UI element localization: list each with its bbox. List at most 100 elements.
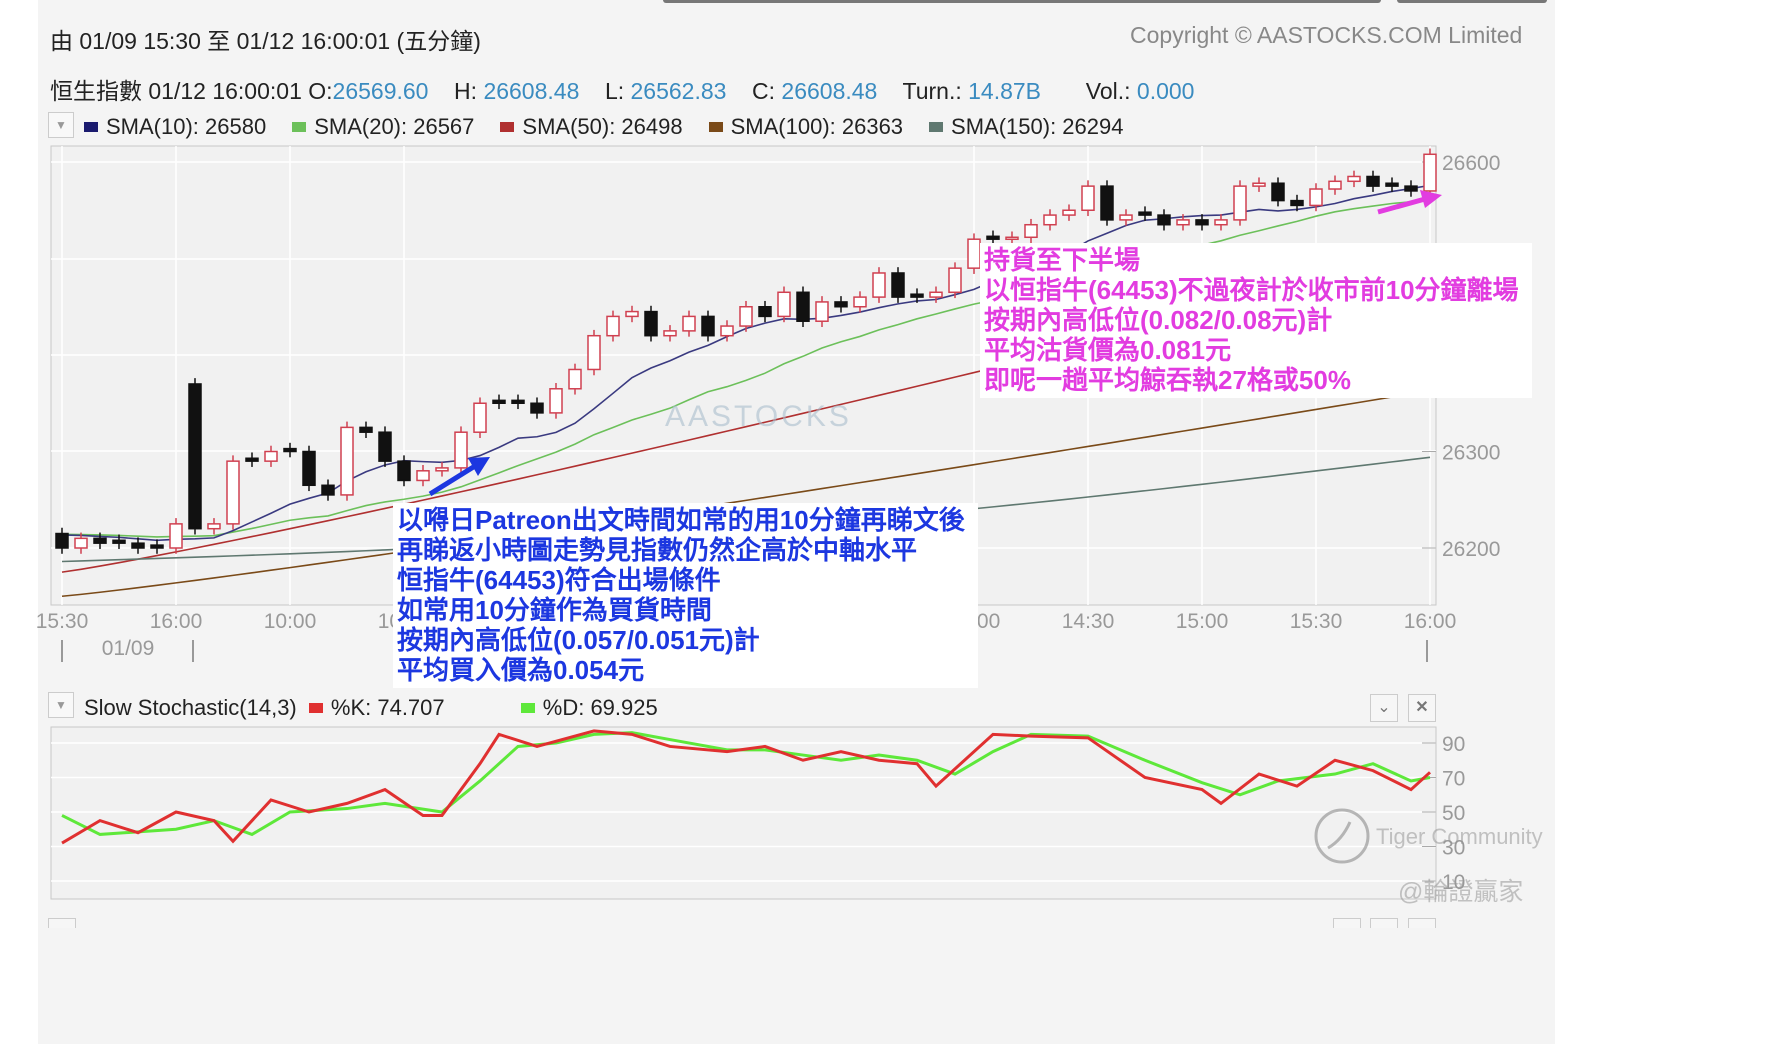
annotation-line: 持貨至下半場 (984, 245, 1141, 275)
candle-up (777, 291, 791, 318)
candle-down (245, 457, 259, 462)
bottom-button[interactable] (1333, 918, 1361, 928)
candle-down (1100, 185, 1114, 221)
x-tick-label: 16:00 (1404, 610, 1457, 633)
annotation-line: 以嘚日Patreon出文時間如常的用10分鐘再睇文後 (397, 505, 965, 535)
candle-down (93, 537, 107, 544)
close-button[interactable]: ✕ (1408, 694, 1436, 722)
candle-down (321, 484, 335, 496)
annotation-line: 再睇返小時圖走勢見指數仍然企高於中軸水平 (397, 535, 918, 565)
candle-up (1309, 188, 1323, 207)
k-swatch (308, 703, 323, 714)
d-value: %D: 69.925 (542, 695, 658, 720)
candle-down (834, 301, 848, 308)
candle-up (340, 426, 354, 496)
candle-up (1423, 153, 1437, 192)
stoch-y-tick-label: 70 (1442, 768, 1465, 791)
y-tick-label: 26300 (1442, 442, 1500, 465)
annotation-line: 平均買入價為0.054元 (397, 655, 645, 685)
bottom-button[interactable] (1408, 918, 1436, 928)
candle-down (1271, 182, 1285, 202)
annotation-line: 如常用10分鐘作為買貨時間 (397, 595, 712, 625)
candle-down (891, 272, 905, 298)
candle-down (910, 293, 924, 298)
candle-down (1157, 214, 1171, 226)
candle-up (853, 296, 867, 308)
candle-down (492, 399, 506, 405)
pink-annotation: 持貨至下半場 以恒指牛(64453)不過夜計於收市前10分鐘離場 按期內高低位(… (980, 243, 1532, 398)
candle-up (435, 467, 449, 472)
candle-down (283, 447, 297, 453)
stoch-dropdown[interactable]: ▼ (48, 692, 74, 718)
candle-down (55, 532, 69, 549)
candle-up (682, 315, 696, 332)
date-label: 01/09 (102, 637, 155, 660)
candle-down (1366, 175, 1380, 187)
k-value: %K: 74.707 (330, 695, 445, 720)
candle-up (74, 537, 88, 549)
candle-down (1385, 182, 1399, 187)
author-watermark: @輪證贏家 (1398, 878, 1524, 906)
candle-up (587, 334, 601, 371)
candle-down (1290, 199, 1304, 207)
candle-up (739, 306, 753, 327)
x-tick-label: 15:30 (36, 610, 89, 633)
x-tick-label: 16:00 (150, 610, 203, 633)
candle-up (1062, 209, 1076, 216)
candle-up (1024, 223, 1038, 239)
candle-up (568, 368, 582, 390)
annotation-line: 按期內高低位(0.082/0.08元)計 (984, 305, 1333, 335)
tiger-watermark: Tiger Community (1376, 824, 1543, 849)
candle-down (112, 539, 126, 544)
candle-up (549, 388, 563, 414)
candle-up (606, 315, 620, 337)
y-tick-label: 26200 (1442, 538, 1500, 561)
collapse-button[interactable]: ⌄ (1370, 694, 1398, 722)
candle-up (1252, 182, 1266, 187)
x-tick-label: 15:30 (1290, 610, 1343, 633)
x-tick-label: 14:30 (1062, 610, 1115, 633)
candle-up (1119, 214, 1133, 221)
candle-down (511, 399, 525, 405)
candle-down (131, 542, 145, 549)
candle-up (454, 431, 468, 469)
annotation-line: 即呢一趟平均鯨吞執27格或50% (984, 365, 1351, 395)
candle-down (530, 402, 544, 414)
candle-up (1005, 236, 1019, 241)
candle-down (150, 544, 164, 549)
candle-down (188, 383, 202, 530)
candle-down (758, 306, 772, 318)
annotation-line: 平均沽貨價為0.081元 (984, 335, 1232, 365)
candle-down (378, 431, 392, 462)
candle-up (264, 450, 278, 462)
candle-up (625, 310, 639, 318)
candle-up (872, 272, 886, 298)
candle-up (416, 470, 430, 482)
candle-down (359, 426, 373, 433)
y-tick-label: 26600 (1442, 152, 1500, 175)
candle-up (1328, 180, 1342, 190)
aastocks-watermark: AASTOCKS (665, 400, 852, 433)
stoch-legend: Slow Stochastic(14,3) %K: 74.707 %D: 69.… (84, 695, 658, 721)
candle-down (397, 460, 411, 482)
candle-up (1214, 219, 1228, 226)
candle-down (1138, 211, 1152, 216)
candle-up (1043, 214, 1057, 226)
candle-up (967, 238, 981, 269)
x-tick-label: 10:00 (264, 610, 317, 633)
candle-up (169, 523, 183, 549)
candle-down (1404, 185, 1418, 192)
candle-up (1176, 219, 1190, 226)
candle-down (302, 450, 316, 487)
candle-up (815, 301, 829, 322)
candle-up (226, 460, 240, 525)
candle-up (1347, 175, 1361, 183)
bottom-dropdown[interactable] (48, 918, 76, 928)
candle-down (644, 310, 658, 337)
candle-up (720, 325, 734, 337)
annotation-line: 恒指牛(64453)符合出場條件 (397, 565, 721, 595)
candle-up (948, 267, 962, 294)
x-tick-label: 15:00 (1176, 610, 1229, 633)
candle-up (1081, 185, 1095, 211)
bottom-button[interactable] (1370, 918, 1398, 928)
